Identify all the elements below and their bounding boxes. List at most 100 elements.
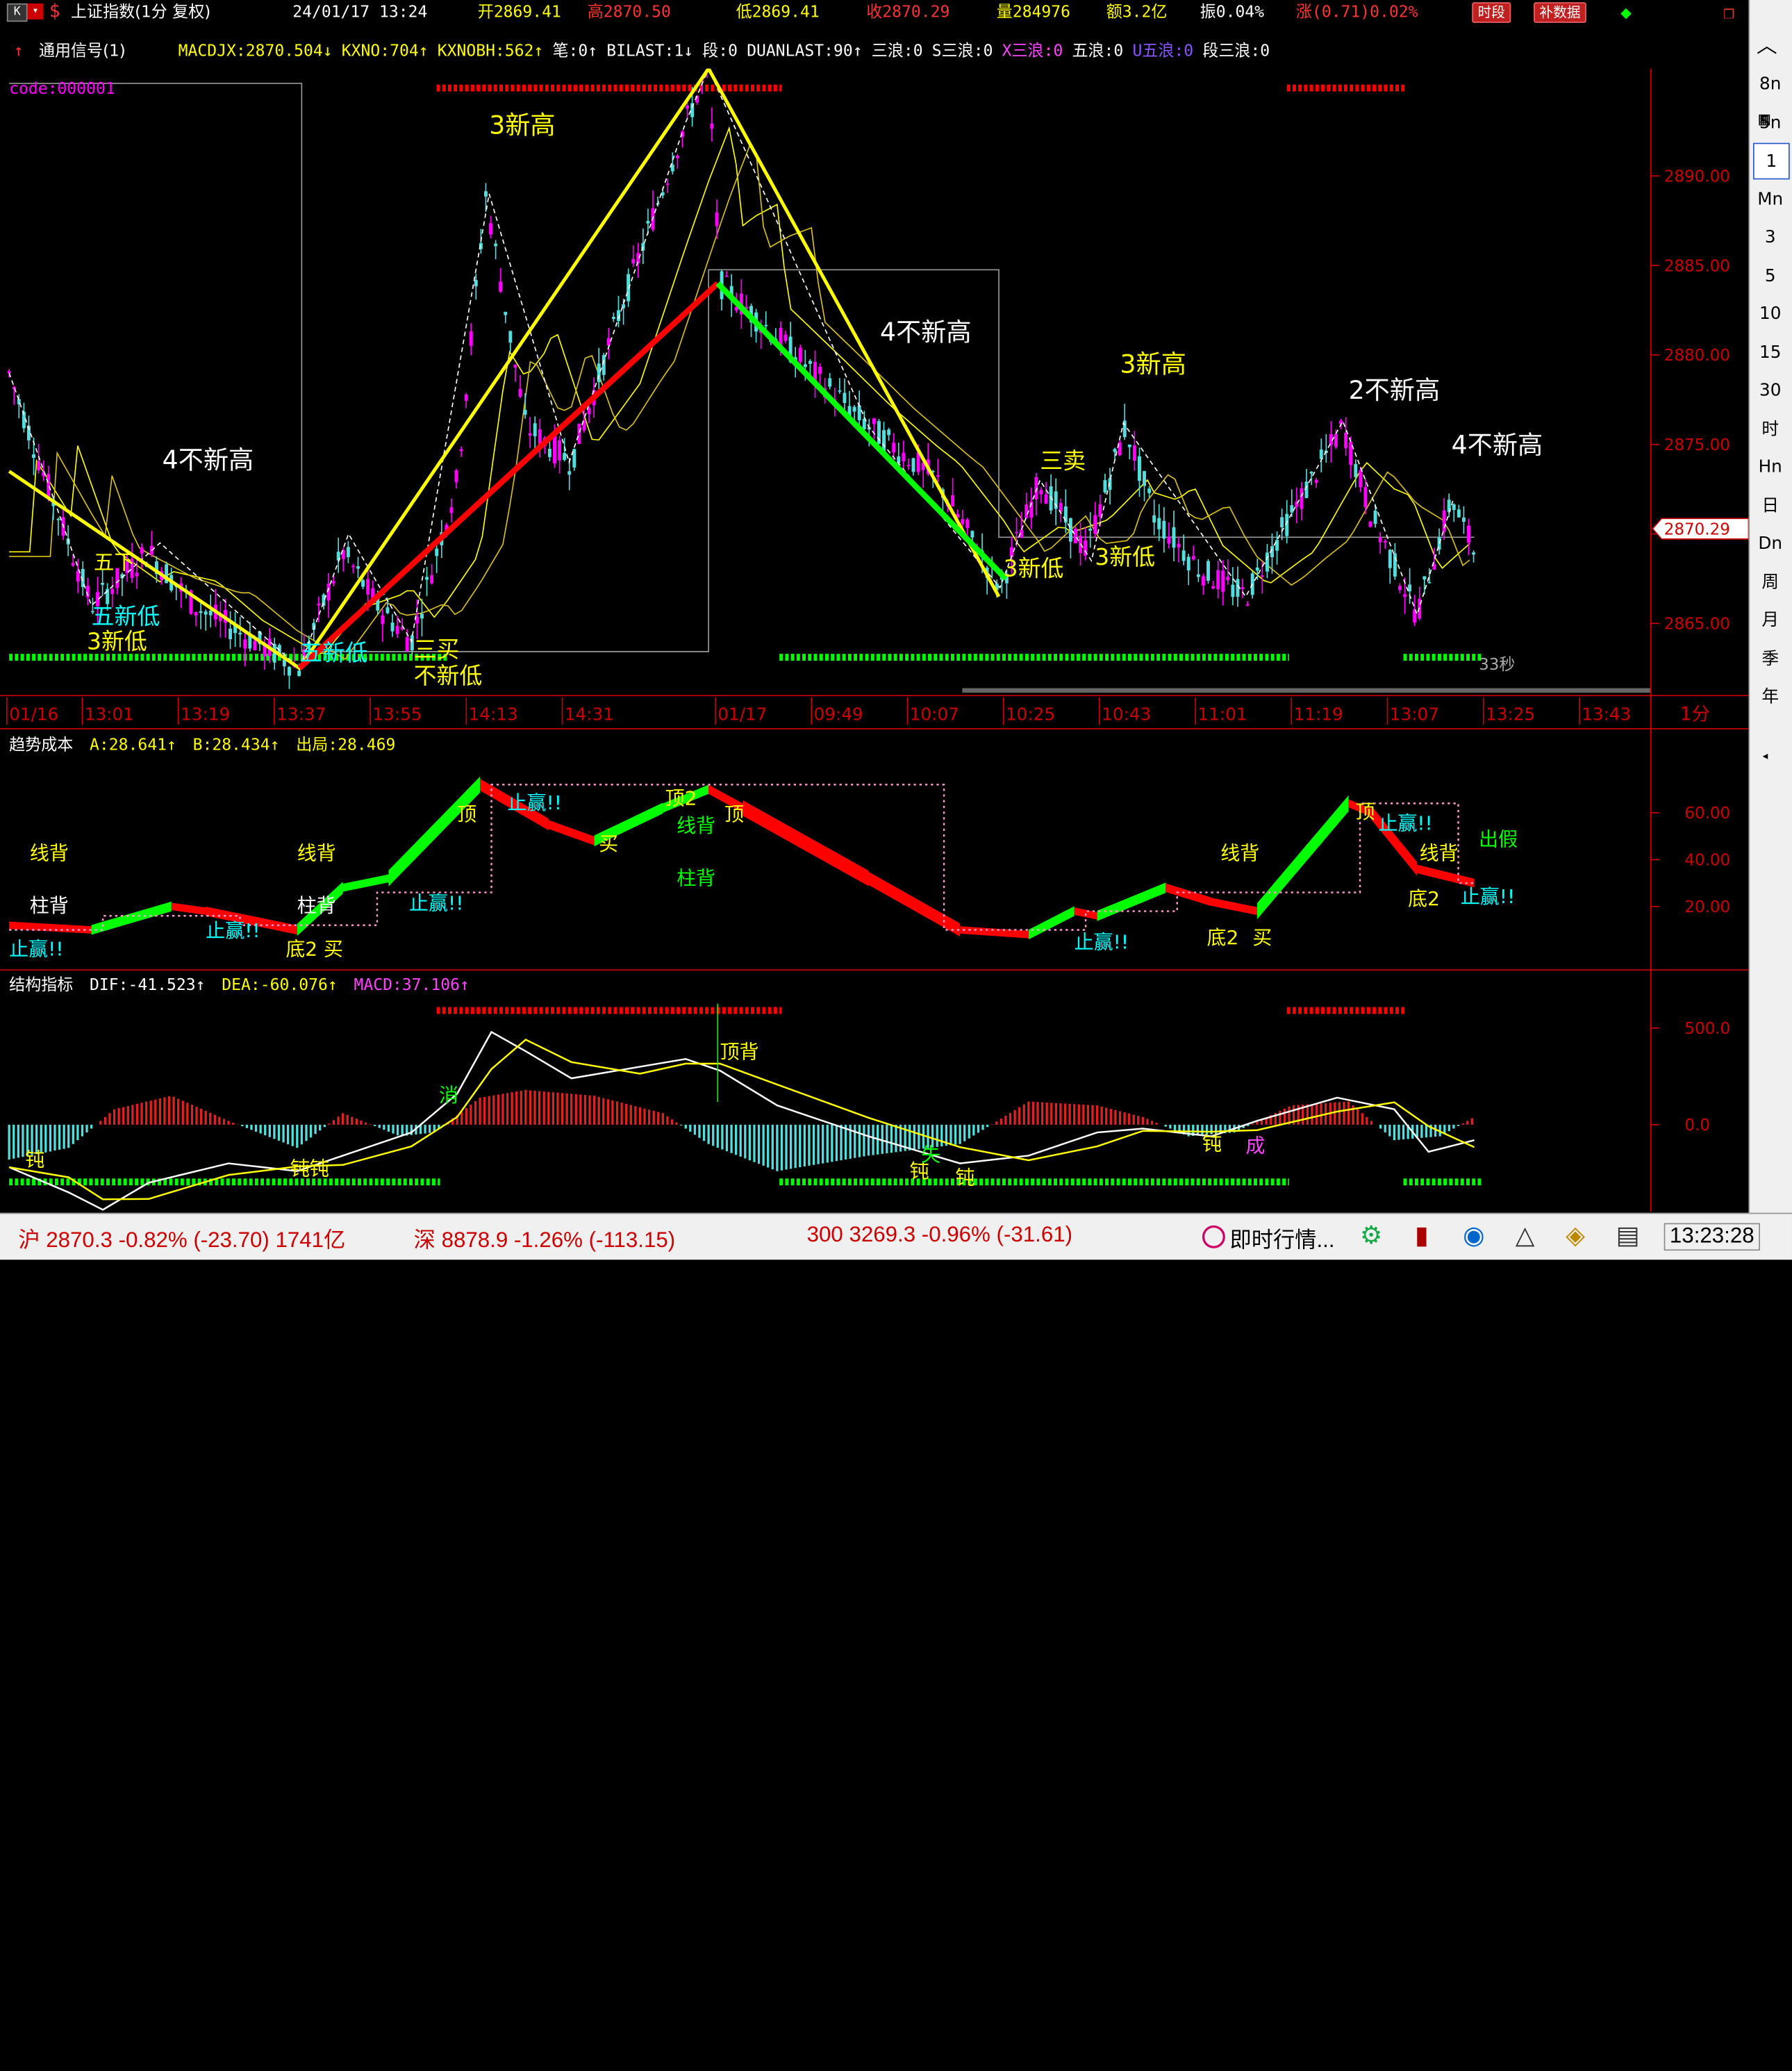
realtime-icon[interactable] <box>1202 1225 1225 1248</box>
x-tick-label: 13:43 <box>1582 704 1631 725</box>
period-3[interactable]: Mn <box>1753 181 1787 215</box>
candle-body <box>361 580 365 587</box>
candle-body <box>1393 553 1397 577</box>
candle-body <box>902 452 906 462</box>
period-6[interactable]: 10 <box>1753 296 1787 330</box>
window-restore-icon[interactable]: ❐ <box>1723 1 1734 24</box>
period-7[interactable]: 15 <box>1753 334 1787 368</box>
realtime-quotes-link[interactable]: 即时行情... <box>1229 1223 1334 1254</box>
period-13[interactable]: 周 <box>1753 564 1787 598</box>
trend-label: 柱背 <box>677 867 715 890</box>
x-tick-label: 09:49 <box>814 704 863 725</box>
trend-label: 出假 <box>1479 828 1518 851</box>
header-change: 涨(0.71)0.02% <box>1295 3 1418 22</box>
signal-item: DUANLAST:90↑ <box>747 42 863 61</box>
price-annotation: 不新低 <box>414 662 483 689</box>
candle-body <box>1143 471 1147 486</box>
candle-body <box>1300 488 1304 509</box>
period-2[interactable]: 1 <box>1753 142 1790 180</box>
document-icon[interactable]: ▤ <box>1616 1221 1640 1251</box>
period-15[interactable]: 季 <box>1753 641 1787 675</box>
period-4[interactable]: 3 <box>1753 220 1787 254</box>
dif-value: DIF:-41.523↑ <box>90 976 206 995</box>
candle-body <box>1461 517 1466 522</box>
globe-icon[interactable]: ◉ <box>1463 1221 1485 1251</box>
period-14[interactable]: 月 <box>1753 602 1787 636</box>
trend-cost-band <box>548 820 595 845</box>
candle-body <box>523 409 527 415</box>
horizontal-scrollbar[interactable] <box>962 688 1650 693</box>
trend-label: 顶 <box>457 802 476 825</box>
status-bar: 沪 2870.3 -0.82% (-23.70) 1741亿 深 8878.9 … <box>0 1212 1792 1260</box>
candle-body <box>356 566 360 569</box>
period-0[interactable]: 8n <box>1753 66 1787 100</box>
python-icon[interactable]: ⚙ <box>1360 1221 1382 1251</box>
candle-body <box>1177 543 1181 548</box>
supplement-data-button[interactable]: 补数据 <box>1534 2 1586 23</box>
candle-body <box>243 639 247 649</box>
candle-body <box>71 563 75 566</box>
candle-body <box>1408 584 1412 592</box>
candle-body <box>1191 556 1195 560</box>
period-scroll-icon[interactable]: ◂ <box>1761 748 1770 764</box>
y-tick-label: 20.00 <box>1684 898 1730 916</box>
dea-line <box>8 1039 1475 1200</box>
chart-title: 上证指数(1分 复权) <box>71 3 211 22</box>
structure-macd-panel[interactable]: 500.00.0钝 钝钝消顶背钝失钝钝成 <box>0 999 1748 1212</box>
trend-label: 止赢!! <box>206 919 260 942</box>
period-10[interactable]: Hn <box>1753 449 1787 484</box>
candle-body <box>872 418 876 424</box>
candle-body <box>803 364 807 368</box>
k-icon[interactable]: K <box>6 3 28 22</box>
trend-label: 柱背 <box>30 894 69 917</box>
sh-index[interactable]: 沪 2870.3 -0.82% (-23.70) 1741亿 <box>18 1223 345 1254</box>
sz-index[interactable]: 深 8878.9 -1.26% (-113.15) <box>414 1223 676 1254</box>
candle-body <box>1442 510 1446 532</box>
x-tick-label: 13:07 <box>1390 704 1439 725</box>
main-price-chart[interactable]: 2890.002885.002880.002875.002870.002865.… <box>0 68 1749 695</box>
collapse-icon[interactable]: ︿ <box>1757 30 1777 60</box>
signal-item: X三浪:0 <box>1002 42 1063 61</box>
period-5[interactable]: 5 <box>1753 258 1787 292</box>
alert-bell-icon[interactable]: △ <box>1516 1221 1535 1251</box>
candle-body <box>229 628 233 639</box>
csi300-index[interactable]: 300 3269.3 -0.96% (-31.61) <box>807 1223 1072 1248</box>
period-12[interactable]: Dn <box>1753 526 1787 560</box>
candle-body <box>798 347 802 362</box>
period-8[interactable]: 30 <box>1753 372 1787 406</box>
structure-panel-title: 结构指标 <box>9 976 74 995</box>
structure-label: 钝 <box>1202 1132 1222 1155</box>
trend-label: 买 <box>1252 926 1272 949</box>
candle-body <box>1231 584 1235 597</box>
ticket-icon[interactable]: ◈ <box>1566 1221 1585 1251</box>
trend-label: 线背 <box>297 841 336 864</box>
candle-body <box>1275 540 1279 551</box>
dropdown-icon[interactable]: ▾ <box>27 3 44 19</box>
candle-body <box>1226 577 1230 581</box>
candle-body <box>385 607 390 613</box>
trend-panel-header: 趋势成本 A:28.641↑ B:28.434↑ 出局:28.469 <box>9 734 395 757</box>
candle-body <box>351 566 355 568</box>
candle-body <box>1127 444 1131 447</box>
period-16[interactable]: 年 <box>1753 679 1787 713</box>
candle-body <box>1093 515 1097 534</box>
database-icon[interactable]: ▮ <box>1415 1221 1429 1251</box>
yellow-segment-line <box>8 68 1001 671</box>
period-9[interactable]: 时 <box>1753 411 1787 445</box>
candle-body <box>567 471 572 475</box>
candle-body <box>813 361 817 381</box>
candle-body <box>606 338 611 346</box>
candle-body <box>32 454 36 459</box>
diamond-icon[interactable]: ◆ <box>1620 1 1632 24</box>
candle-body <box>1196 574 1200 577</box>
period-button[interactable]: 时段 <box>1472 2 1511 23</box>
candle-body <box>1457 509 1461 518</box>
period-11[interactable]: 日 <box>1753 488 1787 522</box>
trend-cost-panel[interactable]: 60.0040.0020.00线背柱背线背柱背顶 止赢!!买顶2线背 顶柱背止赢!!… <box>0 759 1748 970</box>
x-tick-label: 10:07 <box>910 704 959 725</box>
x-tick-label: 10:43 <box>1102 704 1151 725</box>
candle-body <box>1359 470 1363 488</box>
period-1[interactable]: 5n <box>1753 105 1787 139</box>
candle-body <box>547 448 551 457</box>
signal-name: 通用信号(1) <box>38 42 126 61</box>
